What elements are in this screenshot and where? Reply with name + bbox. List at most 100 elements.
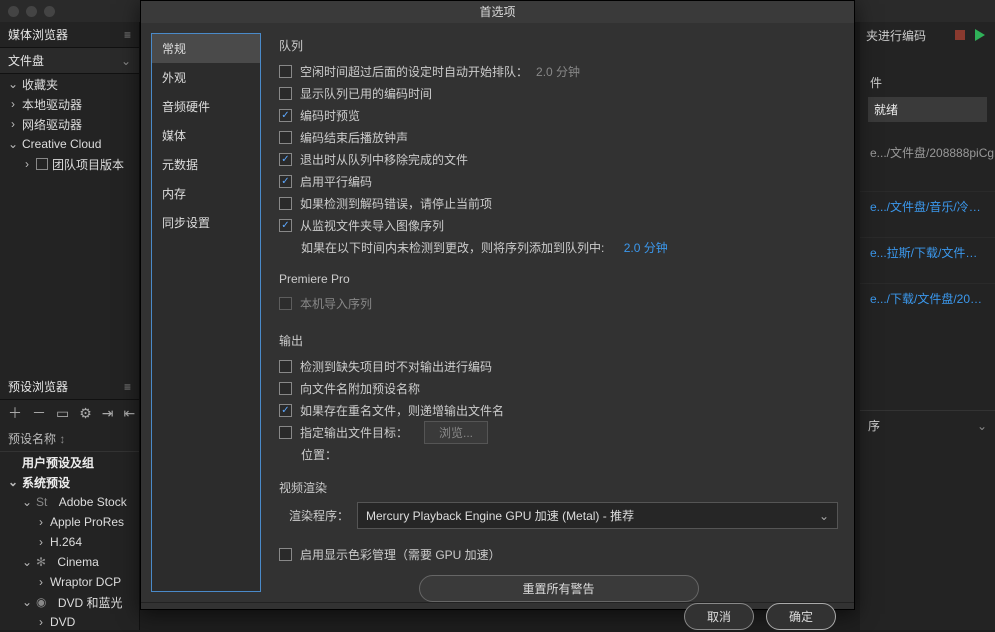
import-icon[interactable]: ⇥ (102, 405, 114, 422)
preview-encode-label: 编码时预览 (300, 107, 360, 124)
increment-dup-checkbox[interactable] (279, 404, 292, 417)
chevron-right-icon: › (36, 535, 46, 549)
native-import-checkbox (279, 297, 292, 310)
wraptor-row[interactable]: ›Wraptor DCP (0, 572, 139, 592)
adobe-stock-row[interactable]: ⌄St Adobe Stock (0, 492, 139, 512)
preferences-dialog: 首选项 常规 外观 音频硬件 媒体 元数据 内存 同步设置 队列 空闲时间超过后… (140, 0, 855, 610)
file-disk-row[interactable]: 文件盘 ⌄ (0, 48, 139, 74)
traffic-light-close[interactable] (8, 6, 19, 17)
cancel-button[interactable]: 取消 (684, 603, 754, 630)
chevron-right-icon: › (22, 157, 32, 171)
parallel-label: 启用平行编码 (300, 173, 372, 190)
remove-completed-checkbox[interactable] (279, 153, 292, 166)
stop-icon[interactable] (955, 30, 965, 40)
show-elapsed-checkbox[interactable] (279, 87, 292, 100)
nav-sync[interactable]: 同步设置 (152, 208, 260, 237)
browse-button[interactable]: 浏览... (424, 421, 488, 444)
play-chime-label: 编码结束后播放钟声 (300, 129, 408, 146)
chevron-right-icon: › (8, 97, 18, 111)
location-label: 位置： (301, 446, 337, 463)
dvd-row[interactable]: › DVD (0, 612, 139, 632)
local-drives-row[interactable]: ›本地驱动器 (0, 94, 139, 114)
idle-start-value[interactable]: 2.0 分钟 (536, 63, 580, 80)
play-chime-checkbox[interactable] (279, 131, 292, 144)
cinema-label: Cinema (57, 555, 98, 569)
queue-item-1[interactable]: e.../文件盘/208888piCgna.m (860, 138, 995, 167)
chevron-down-icon: ⌄ (8, 475, 18, 489)
media-browser-title: 媒体浏览器 (8, 26, 68, 43)
specify-dest-checkbox[interactable] (279, 426, 292, 439)
native-import-row: 本机导入序列 (279, 292, 838, 314)
chevron-right-icon: › (36, 575, 46, 589)
traffic-light-minimize[interactable] (26, 6, 37, 17)
queue-item-2[interactable]: e.../文件盘/音乐/冷漠、庄心 (860, 191, 995, 221)
favorites-row[interactable]: ⌄收藏夹 (0, 74, 139, 94)
settings-icon[interactable]: ⚙ (79, 405, 92, 422)
chevron-down-icon: ⌄ (8, 137, 18, 151)
dvd-label: DVD (50, 615, 75, 629)
reset-warnings-button[interactable]: 重置所有警告 (419, 575, 699, 602)
apple-prores-row[interactable]: ›Apple ProRes (0, 512, 139, 532)
chevron-down-icon: ⌄ (8, 77, 18, 91)
location-row: 位置： (279, 443, 838, 465)
system-presets-row[interactable]: ⌄系统预设 (0, 472, 139, 492)
export-icon[interactable]: ⇤ (124, 405, 136, 422)
nav-appearance[interactable]: 外观 (152, 63, 260, 92)
network-drives-row[interactable]: ›网络驱动器 (0, 114, 139, 134)
left-sidebar: 媒体浏览器 ≡ 文件盘 ⌄ ⌄收藏夹 ›本地驱动器 ›网络驱动器 ⌄Creati… (0, 22, 140, 630)
chevron-down-icon: ⌄ (121, 54, 131, 68)
show-elapsed-label: 显示队列已用的编码时间 (300, 85, 432, 102)
team-project-row[interactable]: ›团队项目版本 (0, 154, 139, 174)
preview-encode-checkbox[interactable] (279, 109, 292, 122)
renderer-label: 渲染程序： (279, 507, 349, 524)
parallel-checkbox[interactable] (279, 175, 292, 188)
nav-general[interactable]: 常规 (152, 34, 260, 63)
seq-note-row: 如果在以下时间内未检测到更改，则将序列添加到队列中: 2.0 分钟 (279, 236, 838, 258)
right-bottom-row[interactable]: 序 ⌄ (860, 410, 995, 440)
remove-icon[interactable]: － (32, 403, 46, 423)
right-bottom-label: 序 (868, 417, 880, 434)
remove-completed-row: 退出时从队列中移除完成的文件 (279, 148, 838, 170)
render-section-title: 视频渲染 (279, 479, 838, 496)
skip-missing-checkbox[interactable] (279, 360, 292, 373)
nav-media[interactable]: 媒体 (152, 121, 260, 150)
play-icon[interactable] (975, 29, 985, 41)
seq-note-value[interactable]: 2.0 分钟 (624, 239, 668, 256)
color-mgmt-checkbox[interactable] (279, 548, 292, 561)
append-preset-checkbox[interactable] (279, 382, 292, 395)
ok-button[interactable]: 确定 (766, 603, 836, 630)
native-import-label: 本机导入序列 (300, 295, 372, 312)
idle-start-checkbox[interactable] (279, 65, 292, 78)
add-icon[interactable]: ＋ (8, 403, 22, 423)
dvd-group-row[interactable]: ⌄◉ DVD 和蓝光 (0, 592, 139, 612)
status-ready: 就绪 (868, 97, 987, 122)
chevron-down-icon: ⌄ (22, 495, 32, 509)
skip-missing-label: 检测到缺失项目时不对输出进行编码 (300, 358, 492, 375)
stop-on-error-checkbox[interactable] (279, 197, 292, 210)
panel-menu-icon[interactable]: ≡ (124, 28, 131, 42)
queue-item-4[interactable]: e.../下载/文件盘/2018-09-18 (860, 283, 995, 313)
new-bin-icon[interactable]: ▭ (56, 405, 69, 422)
user-presets-row[interactable]: 用户预设及组 (0, 452, 139, 472)
nav-metadata[interactable]: 元数据 (152, 150, 260, 179)
folder-icon (36, 158, 48, 170)
traffic-light-zoom[interactable] (44, 6, 55, 17)
output-section-title: 输出 (279, 332, 838, 349)
panel-menu-icon[interactable]: ≡ (124, 380, 131, 394)
nav-memory[interactable]: 内存 (152, 179, 260, 208)
cinema-row[interactable]: ⌄✻ Cinema (0, 552, 139, 572)
chevron-right-icon: › (36, 615, 46, 629)
play-chime-row: 编码结束后播放钟声 (279, 126, 838, 148)
import-seq-checkbox[interactable] (279, 219, 292, 232)
queue-item-3[interactable]: e...拉斯/下载/文件盘/98P88 (860, 237, 995, 267)
dvd-group-label: DVD 和蓝光 (58, 594, 123, 611)
preferences-nav: 常规 外观 音频硬件 媒体 元数据 内存 同步设置 (151, 33, 261, 592)
stop-on-error-label: 如果检测到解码错误，请停止当前项 (300, 195, 492, 212)
preview-encode-row: 编码时预览 (279, 104, 838, 126)
skip-missing-row: 检测到缺失项目时不对输出进行编码 (279, 355, 838, 377)
renderer-select[interactable]: Mercury Playback Engine GPU 加速 (Metal) -… (357, 502, 838, 529)
creative-cloud-row[interactable]: ⌄Creative Cloud (0, 134, 139, 154)
h264-row[interactable]: ›H.264 (0, 532, 139, 552)
nav-audio-hardware[interactable]: 音频硬件 (152, 92, 260, 121)
remove-completed-label: 退出时从队列中移除完成的文件 (300, 151, 468, 168)
